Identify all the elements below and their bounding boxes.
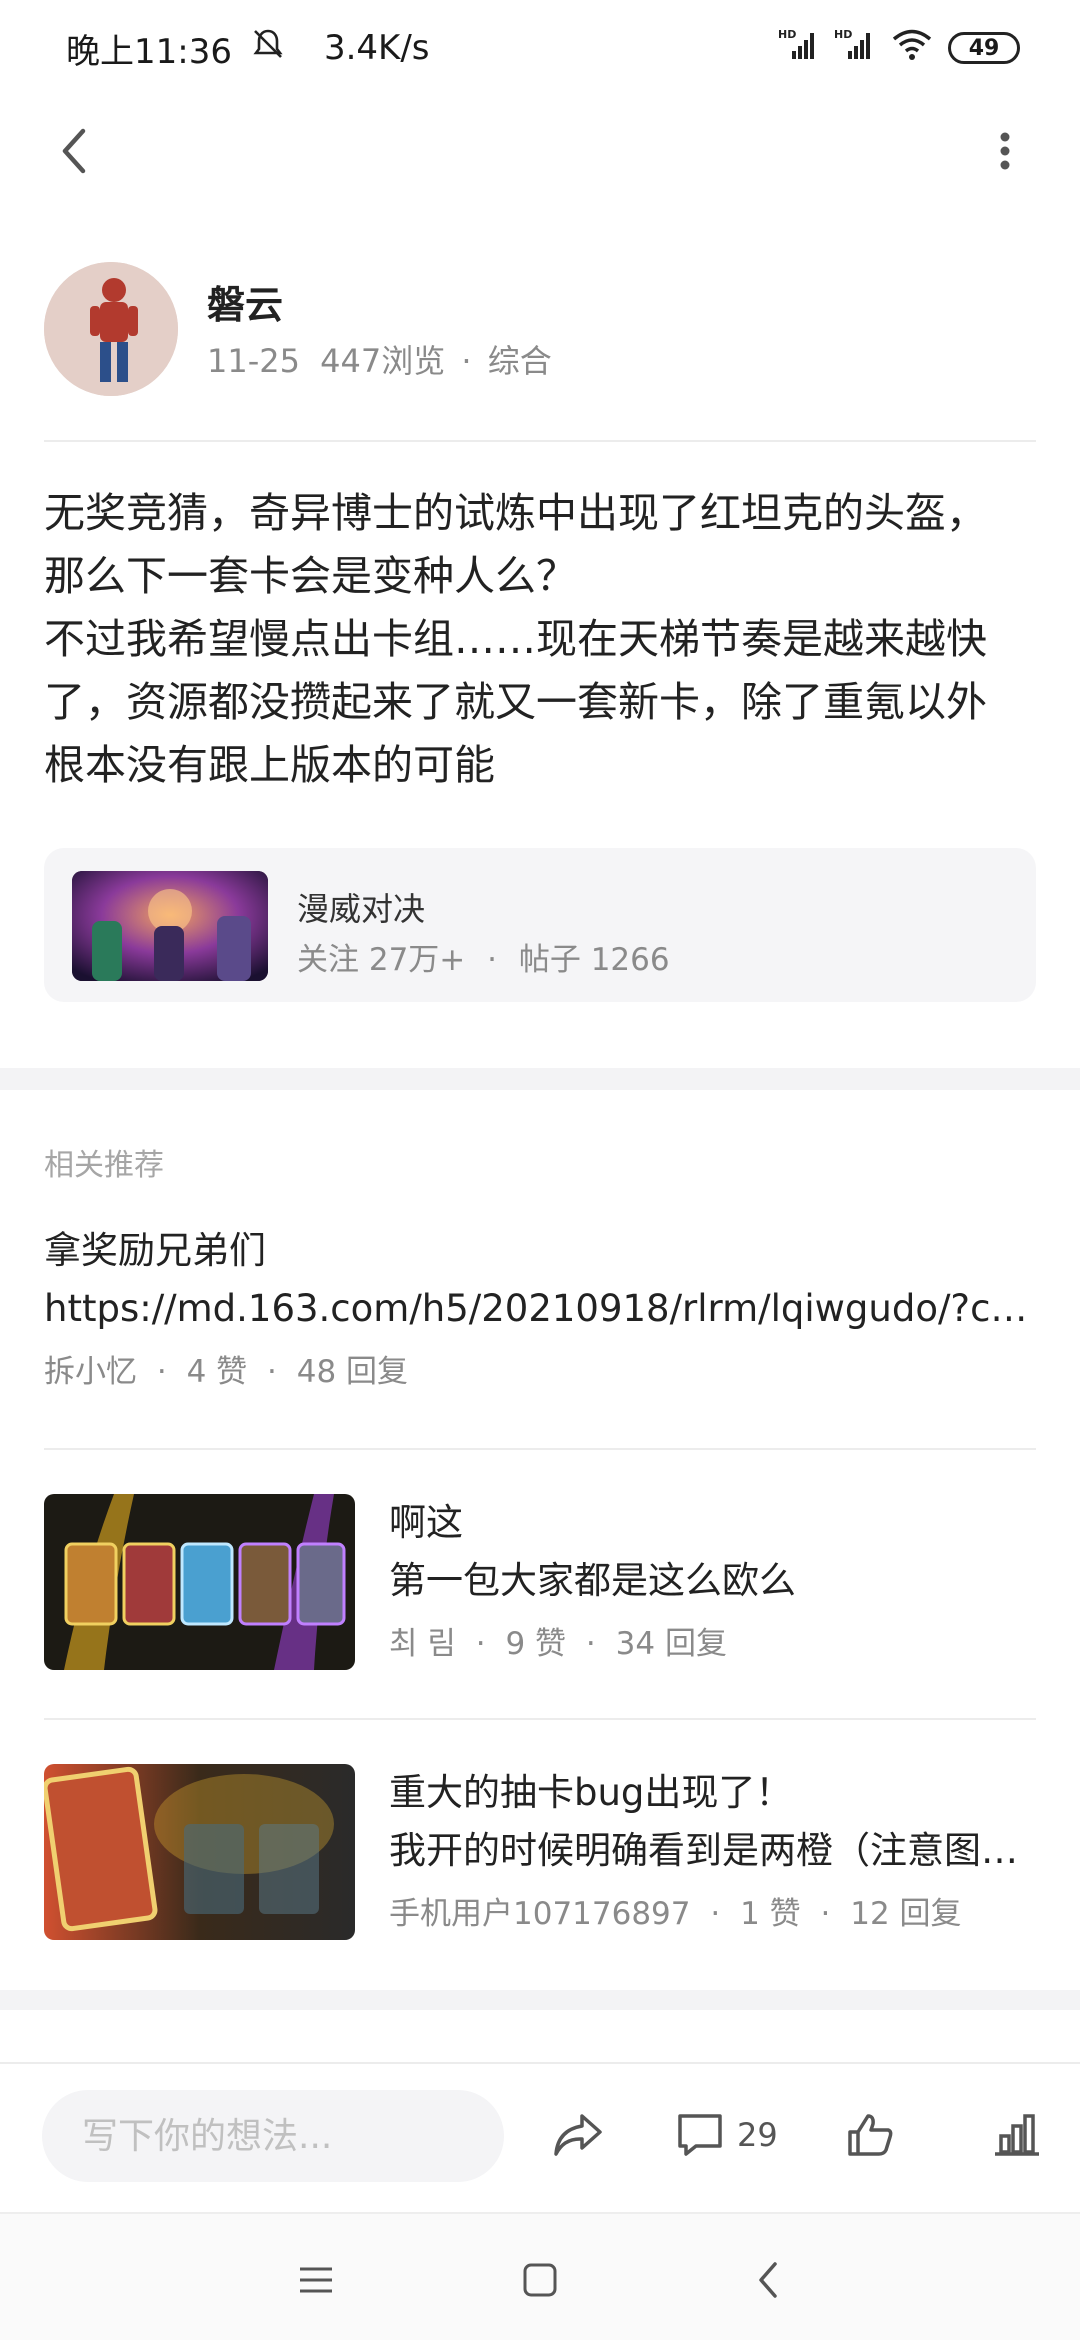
rec-title: 啊这: [389, 1501, 463, 1544]
meta-dot: ·: [820, 1896, 831, 1932]
post-meta: 11-25 447浏览 · 综合: [207, 336, 552, 382]
rec-likes: 4 赞: [186, 1354, 248, 1390]
top-header: [0, 96, 1080, 206]
post-line-4: 了，资源都没攒起来了就又一套新卡，除了重氪以外: [44, 678, 987, 726]
rec-author: 최 림: [389, 1626, 456, 1662]
rec-thumbnail: [44, 1494, 355, 1670]
svg-text:HD: HD: [834, 28, 852, 41]
signal-icon-1: HD: [778, 27, 820, 70]
rec-likes: 1 赞: [740, 1896, 801, 1932]
post-line-3: 不过我希望慢点出卡组……现在天梯节奏是越来越快: [44, 615, 987, 663]
status-time: 晚上11:36: [66, 31, 232, 72]
rec-meta: 手机用户107176897 · 1 赞 · 12 回复: [389, 1888, 1034, 1933]
more-options-button[interactable]: [970, 116, 1040, 186]
battery-level: 49: [968, 35, 1000, 61]
bar-chart-icon: [995, 2114, 1039, 2156]
like-button[interactable]: [835, 2100, 905, 2170]
topic-meta: 关注 27万+ · 帖子 1266: [297, 934, 670, 979]
thumbs-up-icon: [848, 2114, 893, 2156]
topic-posts: 帖子 1266: [518, 942, 670, 978]
chevron-left-icon: [759, 2262, 777, 2298]
menu-button[interactable]: [286, 2250, 346, 2310]
rec-author: 手机用户107176897: [389, 1896, 691, 1932]
list-item[interactable]: 重大的抽卡bug出现了！ 我开的时候明确看到是两橙（注意图… 手机用户10717…: [44, 1764, 1034, 1940]
share-icon: [554, 2114, 602, 2156]
status-bar: 晚上11:36 3.4K/s HD HD 49: [0, 0, 1080, 96]
post-category: 综合: [487, 342, 552, 380]
stats-button[interactable]: [982, 2100, 1052, 2170]
divider: [44, 1718, 1036, 1720]
battery-icon: 49: [948, 32, 1020, 64]
meta-dot: ·: [487, 942, 497, 978]
comment-icon: [678, 2114, 722, 2156]
post-line-1: 无奖竞猜，奇异博士的试炼中出现了红坦克的头盔，: [44, 489, 987, 537]
post-line-5: 根本没有跟上版本的可能: [44, 741, 495, 789]
comment-count: 29: [737, 2116, 778, 2154]
section-separator: [0, 1068, 1080, 1090]
meta-dot: ·: [710, 1896, 721, 1932]
meta-dot: ·: [156, 1354, 167, 1390]
meta-dot: ·: [475, 1626, 486, 1662]
rec-subtitle: 我开的时候明确看到是两橙（注意图…: [389, 1829, 1018, 1872]
menu-icon: [300, 2267, 332, 2293]
rec-replies: 12 回复: [850, 1896, 962, 1932]
signal-icon-2: HD: [834, 27, 876, 70]
divider: [44, 1448, 1036, 1450]
home-square-icon: [523, 2263, 557, 2297]
mute-icon: [250, 26, 286, 71]
comment-bar: 29: [0, 2062, 1080, 2210]
network-speed: 3.4K/s: [323, 28, 430, 68]
rec-replies: 34 回复: [615, 1626, 727, 1662]
back-button[interactable]: [40, 116, 110, 186]
rec-meta: 拆小忆 · 4 赞 · 48 回复: [44, 1346, 1034, 1391]
wifi-icon: [890, 27, 934, 70]
divider: [44, 440, 1036, 442]
topic-name: 漫威对决: [297, 890, 426, 928]
system-nav-bar: [0, 2212, 1080, 2340]
section-title: 相关推荐: [44, 1148, 164, 1183]
more-vertical-icon: [1000, 132, 1010, 170]
meta-dot: ·: [267, 1354, 277, 1390]
system-back-button[interactable]: [738, 2250, 798, 2310]
author-name[interactable]: 磐云: [207, 274, 283, 329]
meta-dot: ·: [461, 342, 472, 380]
rec-likes: 9 赞: [505, 1626, 567, 1662]
topic-thumbnail: [72, 871, 268, 981]
svg-text:HD: HD: [778, 28, 796, 41]
list-item[interactable]: 拿奖励兄弟们 https://md.163.com/h5/20210918/rl…: [44, 1222, 1034, 1391]
chevron-left-icon: [62, 128, 86, 174]
topic-card[interactable]: 漫威对决 关注 27万+ · 帖子 1266: [44, 848, 1036, 1002]
share-button[interactable]: [543, 2100, 613, 2170]
rec-subtitle: 第一包大家都是这么欧么: [389, 1559, 796, 1602]
rec-title: 重大的抽卡bug出现了！: [389, 1771, 793, 1814]
post-line-2: 那么下一套卡会是变种人么？: [44, 552, 577, 600]
comment-input[interactable]: [42, 2090, 504, 2182]
section-separator: [0, 1990, 1080, 2010]
rec-thumbnail: [44, 1764, 355, 1940]
post-content: 无奖竞猜，奇异博士的试炼中出现了红坦克的头盔， 那么下一套卡会是变种人么？ 不过…: [44, 482, 1044, 797]
avatar[interactable]: [44, 262, 178, 396]
author-info: 磐云 11-25 447浏览 · 综合: [44, 262, 1036, 398]
post-views: 447浏览: [320, 342, 446, 380]
rec-title: 拿奖励兄弟们: [44, 1229, 266, 1272]
rec-meta: 최 림 · 9 赞 · 34 回复: [389, 1618, 1034, 1663]
rec-replies: 48 回复: [296, 1354, 409, 1390]
comment-button[interactable]: [665, 2100, 735, 2170]
rec-subtitle: https://md.163.com/h5/20210918/rlrm/lqiw…: [44, 1287, 1034, 1330]
home-button[interactable]: [510, 2250, 570, 2310]
meta-dot: ·: [585, 1626, 596, 1662]
post-date: 11-25: [207, 342, 300, 380]
rec-author: 拆小忆: [44, 1354, 137, 1390]
list-item[interactable]: 啊这 第一包大家都是这么欧么 최 림 · 9 赞 · 34 回复: [44, 1494, 1034, 1670]
topic-followers: 关注 27万+: [297, 942, 466, 978]
